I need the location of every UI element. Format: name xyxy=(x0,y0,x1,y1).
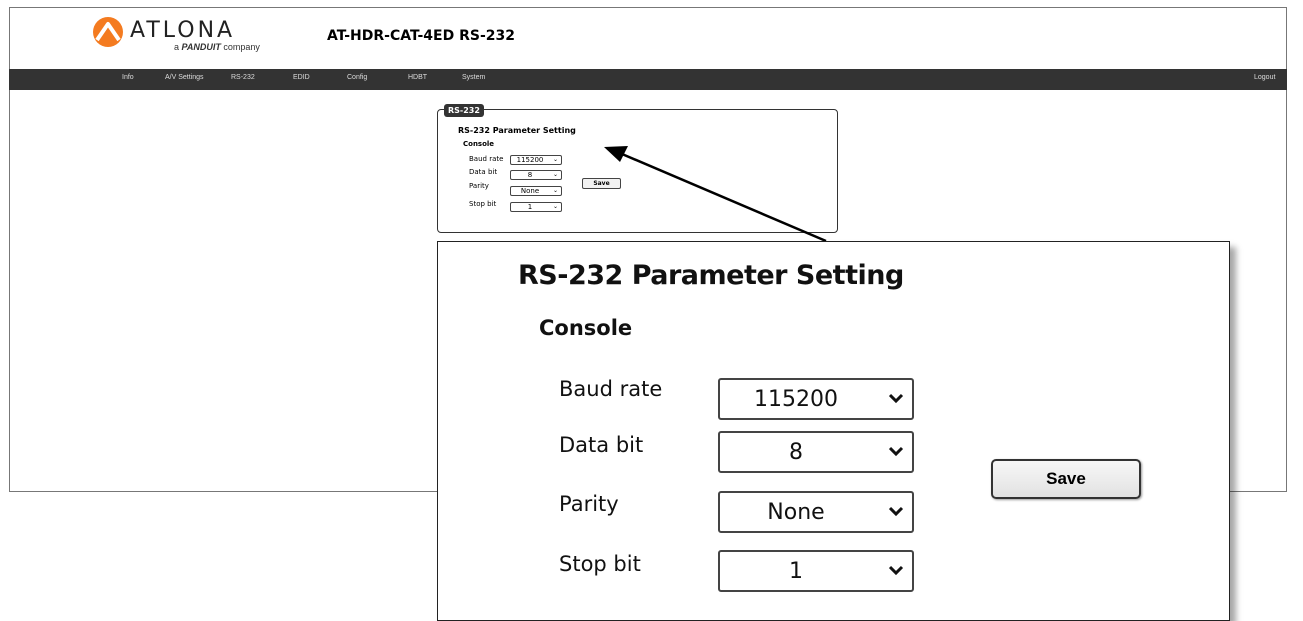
chevron-down-icon xyxy=(888,393,904,404)
chevron-down-icon xyxy=(888,446,904,457)
zoom-subheading: Console xyxy=(539,316,633,340)
chevron-down-icon xyxy=(888,565,904,576)
zoom-data-bit-label: Data bit xyxy=(559,433,644,457)
zoom-baud-rate-select[interactable]: 115200 xyxy=(718,378,914,420)
zoom-parity-select[interactable]: None xyxy=(718,491,914,533)
zoom-stop-bit-label: Stop bit xyxy=(559,552,641,576)
zoom-data-bit-select[interactable]: 8 xyxy=(718,431,914,473)
zoom-panel: RS-232 Parameter Setting Console Baud ra… xyxy=(437,241,1230,621)
chevron-down-icon xyxy=(888,506,904,517)
zoom-heading: RS-232 Parameter Setting xyxy=(518,260,904,291)
zoom-parity-label: Parity xyxy=(559,492,619,516)
zoom-stop-bit-select[interactable]: 1 xyxy=(718,550,914,592)
zoom-baud-rate-label: Baud rate xyxy=(559,377,663,401)
zoom-save-button[interactable]: Save xyxy=(991,459,1141,499)
